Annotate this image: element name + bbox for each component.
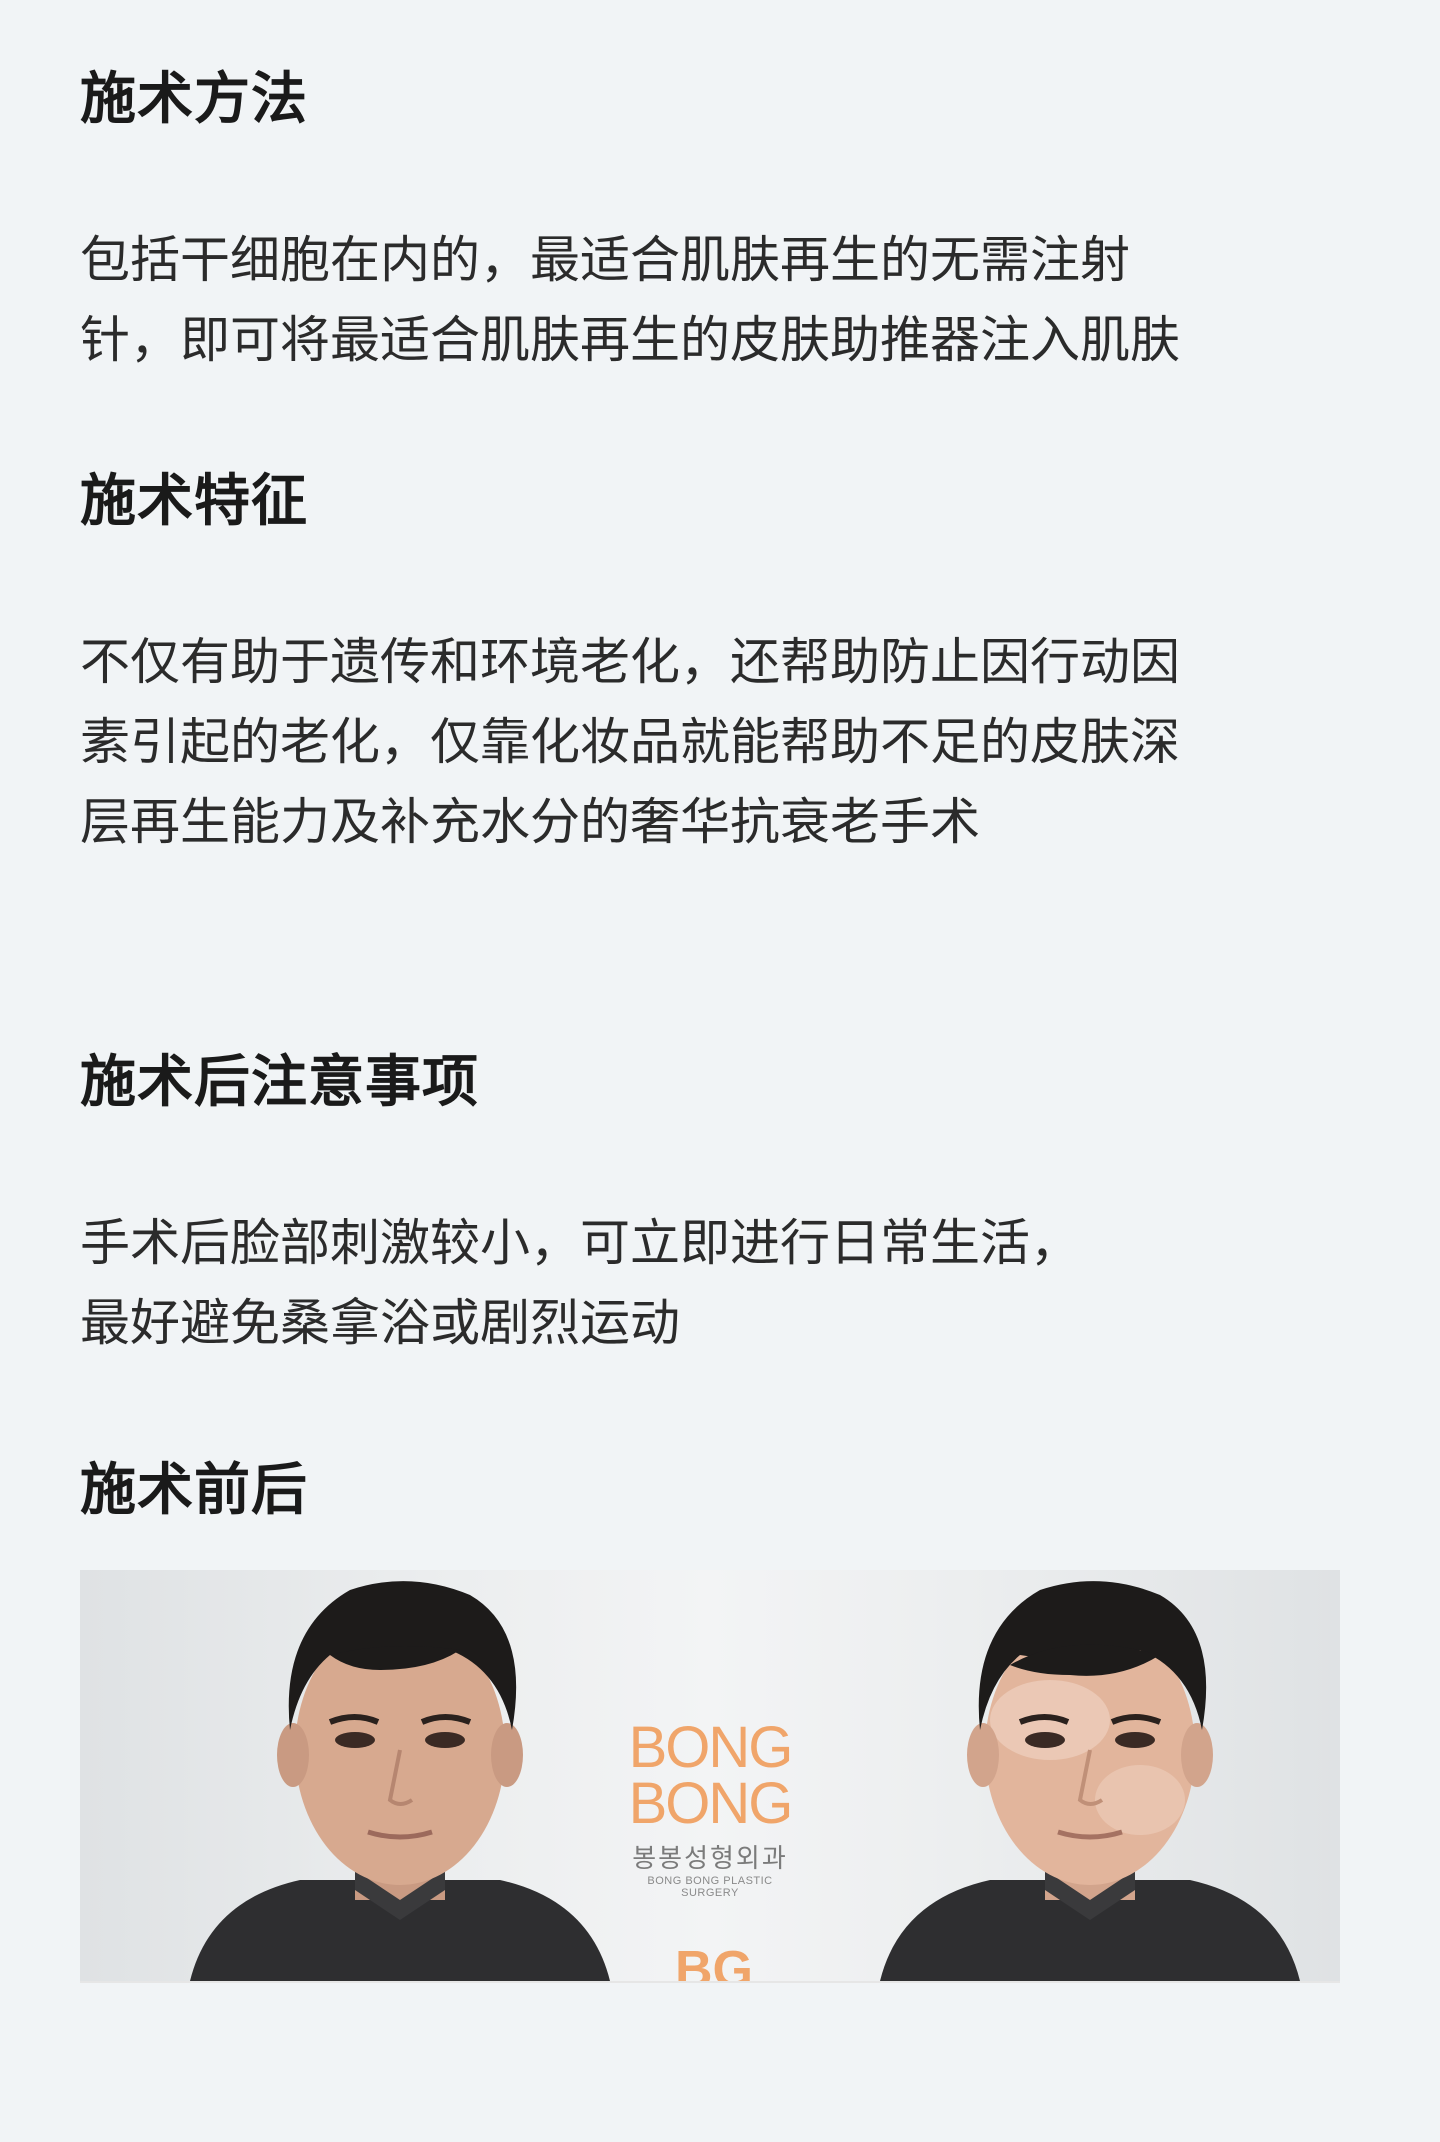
section-before-after: 施术前后	[80, 1451, 1370, 1531]
body-line: 素引起的老化，仅靠化妆品就能帮助不足的皮肤深	[80, 713, 1180, 771]
body-line: 手术后脸部刺激较小，可立即进行日常生活，	[80, 1214, 1080, 1272]
section-title: 施术前后	[80, 1458, 308, 1523]
clinic-logo-mark: BG	[675, 1941, 753, 1983]
before-after-photo: BONG BONG 봉봉성형외과 BONG BONG PLASTIC SURGE…	[80, 1570, 1340, 1983]
logo-text-line: BONG	[628, 1771, 794, 1836]
section-title: 施术后注意事项	[80, 1050, 479, 1115]
section-title: 施术方法	[80, 67, 308, 132]
logo-english-text: BONG BONG PLASTIC SURGERY	[647, 1875, 773, 1899]
section-body: 手术后脸部刺激较小，可立即进行日常生活， 最好避免桑拿浴或剧烈运动	[80, 1203, 1370, 1363]
before-portrait	[190, 1581, 610, 1981]
section-body: 包括干细胞在内的，最适合肌肤再生的无需注射 针，即可将最适合肌肤再生的皮肤助推器…	[80, 220, 1370, 380]
body-line: 层再生能力及补充水分的奢华抗衰老手术	[80, 793, 980, 851]
section-body: 不仅有助于遗传和环境老化，还帮助防止因行动因 素引起的老化，仅靠化妆品就能帮助不…	[80, 622, 1370, 862]
logo-text-line: BONG	[628, 1715, 794, 1780]
body-line: 最好避免桑拿浴或剧烈运动	[80, 1294, 680, 1352]
logo-korean-text: 봉봉성형외과	[632, 1844, 788, 1874]
section-title: 施术特征	[80, 469, 308, 534]
body-line: 包括干细胞在内的，最适合肌肤再生的无需注射	[80, 231, 1130, 289]
section-treatment-features: 施术特征 不仅有助于遗传和环境老化，还帮助防止因行动因 素引起的老化，仅靠化妆品…	[80, 462, 1370, 862]
section-treatment-method: 施术方法 包括干细胞在内的，最适合肌肤再生的无需注射 针，即可将最适合肌肤再生的…	[80, 60, 1370, 380]
section-aftercare: 施术后注意事项 手术后脸部刺激较小，可立即进行日常生活， 最好避免桑拿浴或剧烈运…	[80, 1043, 1370, 1363]
clinic-logo: BONG BONG 봉봉성형외과 BONG BONG PLASTIC SURGE…	[620, 1715, 800, 1900]
page: 施术方法 包括干细胞在内的，最适合肌肤再生的无需注射 针，即可将最适合肌肤再生的…	[0, 0, 1440, 2142]
body-line: 不仅有助于遗传和环境老化，还帮助防止因行动因	[80, 633, 1180, 691]
body-line: 针，即可将最适合肌肤再生的皮肤助推器注入肌肤	[80, 311, 1180, 369]
after-portrait	[880, 1581, 1300, 1981]
